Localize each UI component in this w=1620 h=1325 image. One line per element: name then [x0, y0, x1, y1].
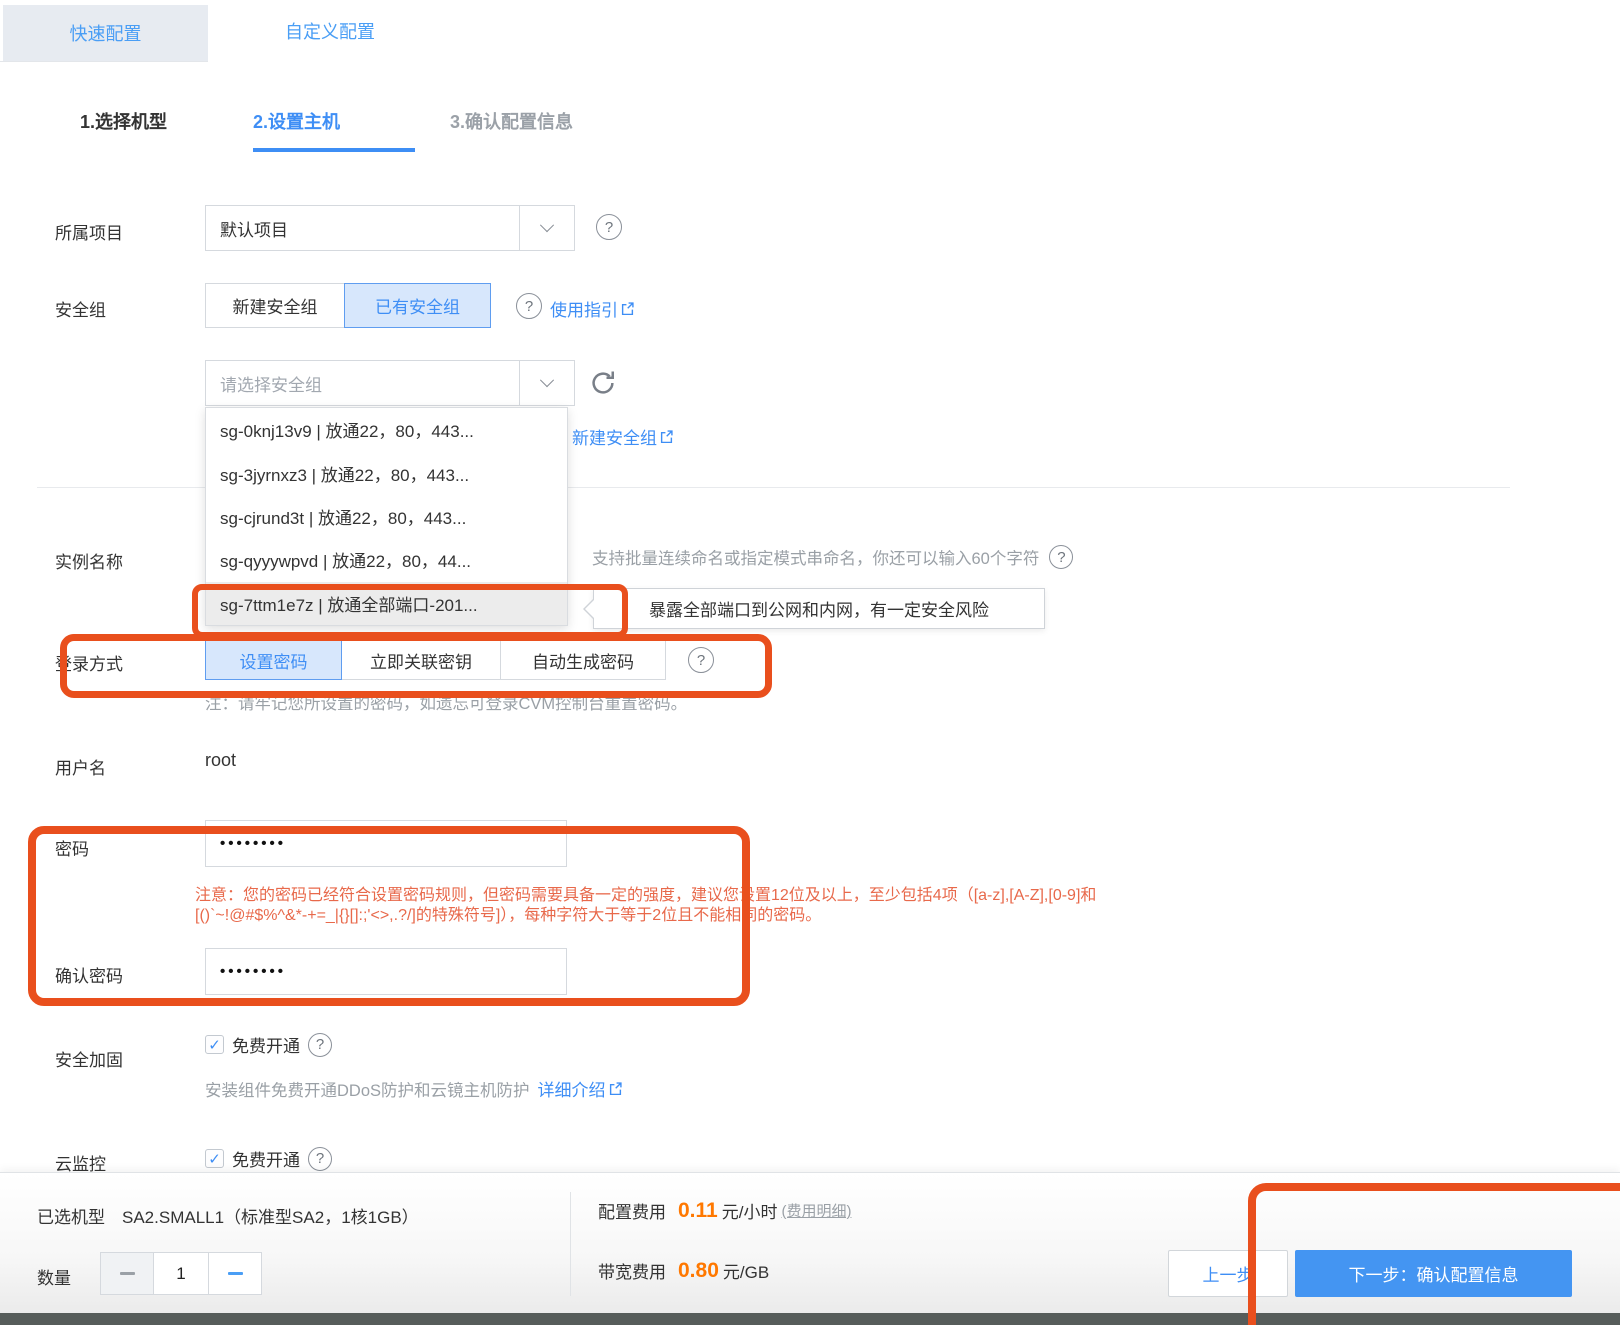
existing-security-group-button[interactable]: 已有安全组: [344, 283, 491, 328]
project-select-value: 默认项目: [220, 220, 288, 240]
step-set-host[interactable]: 2.设置主机: [253, 108, 340, 134]
chevron-down-icon: [539, 218, 555, 233]
config-fee-unit: 元/小时: [721, 1203, 778, 1222]
cloud-monitor-checkbox-label: 免费开通: [232, 1151, 300, 1170]
security-group-label: 安全组: [55, 301, 106, 320]
security-group-select[interactable]: 请选择安全组: [205, 360, 575, 406]
login-method-toggle: 设置密码 立即关联密钥 自动生成密码: [205, 640, 666, 680]
cloud-monitor-checkbox[interactable]: ✓: [205, 1149, 224, 1168]
security-service-row: ✓ 免费开通 ?: [205, 1032, 332, 1057]
confirm-password-input[interactable]: ••••••••: [205, 948, 567, 995]
security-service-detail-link[interactable]: 详细介绍: [538, 1076, 622, 1101]
minus-icon: [119, 1272, 135, 1275]
external-link-icon: [621, 302, 634, 315]
config-fee-value: 0.11: [678, 1198, 718, 1222]
increase-button[interactable]: [208, 1253, 261, 1294]
project-label: 所属项目: [55, 224, 123, 243]
security-service-desc: 安装组件免费开通DDoS防护和云镜主机防护: [205, 1081, 530, 1100]
set-password-button[interactable]: 设置密码: [205, 640, 342, 680]
bandwidth-fee-unit: 元/GB: [722, 1263, 770, 1282]
security-service-checkbox-label: 免费开通: [232, 1037, 300, 1056]
password-input[interactable]: ••••••••: [205, 820, 567, 867]
decrease-button[interactable]: [101, 1253, 154, 1294]
confirm-password-masked-value: ••••••••: [220, 963, 287, 980]
auto-generate-password-button[interactable]: 自动生成密码: [500, 640, 666, 680]
refresh-icon[interactable]: [588, 368, 618, 398]
create-security-group-link[interactable]: 新建安全组: [572, 424, 673, 449]
cloud-monitor-help-icon[interactable]: ?: [308, 1146, 332, 1171]
minus-icon: [227, 1272, 243, 1275]
security-group-select-placeholder: 请选择安全组: [220, 375, 322, 395]
dropdown-option[interactable]: sg-qyyywpvd | 放通22，80，44...: [206, 538, 567, 581]
password-label: 密码: [55, 840, 89, 859]
security-service-checkbox[interactable]: ✓: [205, 1035, 224, 1054]
password-masked-value: ••••••••: [220, 835, 287, 852]
chevron-down-icon: [539, 373, 555, 388]
usage-guide-link[interactable]: 使用指引: [550, 296, 634, 321]
tabstrip-divider: [0, 61, 208, 62]
dropdown-option[interactable]: sg-0knj13v9 | 放通22，80，443...: [206, 408, 567, 451]
quantity-label: 数量: [37, 1269, 71, 1288]
fee-detail-link[interactable]: (费用明细): [781, 1200, 851, 1221]
step-confirm-config[interactable]: 3.确认配置信息: [450, 108, 573, 134]
tab-custom-config[interactable]: 自定义配置: [208, 0, 452, 62]
custom-config-page: 快速配置 自定义配置 1.选择机型 2.设置主机 3.确认配置信息 所属项目 默…: [0, 0, 1620, 1325]
usage-guide-text: 使用指引: [550, 301, 618, 320]
dropdown-option-highlighted[interactable]: sg-7ttm1e7z | 放通全部端口-201...: [206, 581, 567, 626]
bottom-edge-strip: [0, 1313, 1620, 1325]
selected-model-label: 已选机型: [37, 1208, 105, 1227]
security-group-dropdown: sg-0knj13v9 | 放通22，80，443... sg-3jyrnxz3…: [205, 407, 568, 626]
external-link-icon: [609, 1082, 622, 1095]
config-fee-label: 配置费用: [598, 1203, 666, 1222]
step-select-model[interactable]: 1.选择机型: [80, 108, 167, 134]
next-step-button[interactable]: 下一步：确认配置信息: [1295, 1250, 1572, 1297]
bandwidth-fee-value: 0.80: [678, 1258, 719, 1282]
security-group-select-chevron-cell[interactable]: [519, 361, 574, 405]
tab-quick-config[interactable]: 快速配置: [3, 5, 208, 61]
footer-divider: [570, 1192, 571, 1296]
create-security-group-text: 新建安全组: [572, 429, 657, 448]
security-group-help-icon[interactable]: ?: [516, 293, 542, 319]
project-select-chevron-cell[interactable]: [519, 206, 574, 250]
username-value: root: [205, 750, 237, 770]
security-service-help-icon[interactable]: ?: [308, 1032, 332, 1057]
tooltip-arrow-icon: [585, 600, 594, 618]
associate-key-button[interactable]: 立即关联密钥: [341, 640, 501, 680]
username-label: 用户名: [55, 759, 106, 778]
cloud-monitor-row: ✓ 免费开通 ?: [205, 1146, 332, 1171]
security-service-label: 安全加固: [55, 1051, 123, 1070]
login-method-help-icon[interactable]: ?: [688, 647, 714, 673]
external-link-icon: [660, 430, 673, 443]
project-select[interactable]: 默认项目: [205, 205, 575, 251]
security-risk-tooltip: 暴露全部端口到公网和内网，有一定安全风险: [583, 588, 1045, 629]
security-group-toggle: 新建安全组 已有安全组: [205, 283, 491, 328]
new-security-group-button[interactable]: 新建安全组: [205, 283, 345, 328]
instance-name-label: 实例名称: [55, 553, 123, 572]
active-step-underline: [253, 148, 415, 152]
password-note: 注：请牢记您所设置的密码，如遗忘可登录CVM控制台重置密码。: [205, 695, 688, 713]
selected-model-value: SA2.SMALL1（标准型SA2，1核1GB）: [122, 1208, 419, 1227]
login-method-label: 登录方式: [55, 655, 123, 674]
confirm-password-label: 确认密码: [55, 967, 123, 986]
bandwidth-fee-label: 带宽费用: [598, 1263, 666, 1282]
instance-name-help-icon[interactable]: ?: [1049, 545, 1074, 569]
quantity-stepper: 1: [100, 1252, 262, 1295]
instance-name-hint: 支持批量连续命名或指定模式串命名，你还可以输入60个字符: [592, 550, 1040, 568]
previous-step-button[interactable]: 上一步: [1168, 1250, 1288, 1297]
detail-link-text: 详细介绍: [537, 1081, 606, 1100]
dropdown-option[interactable]: sg-3jyrnxz3 | 放通22，80，443...: [206, 451, 567, 494]
dropdown-option[interactable]: sg-cjrund3t | 放通22，80，443...: [206, 495, 567, 538]
quantity-value[interactable]: 1: [154, 1253, 208, 1294]
password-warning-line2: [()`~!@#$%^&*-+=_|{}[]:;'<>,.?/]的特殊符号]），…: [195, 907, 822, 924]
project-help-icon[interactable]: ?: [596, 214, 622, 240]
security-risk-tooltip-text: 暴露全部端口到公网和内网，有一定安全风险: [649, 601, 989, 620]
